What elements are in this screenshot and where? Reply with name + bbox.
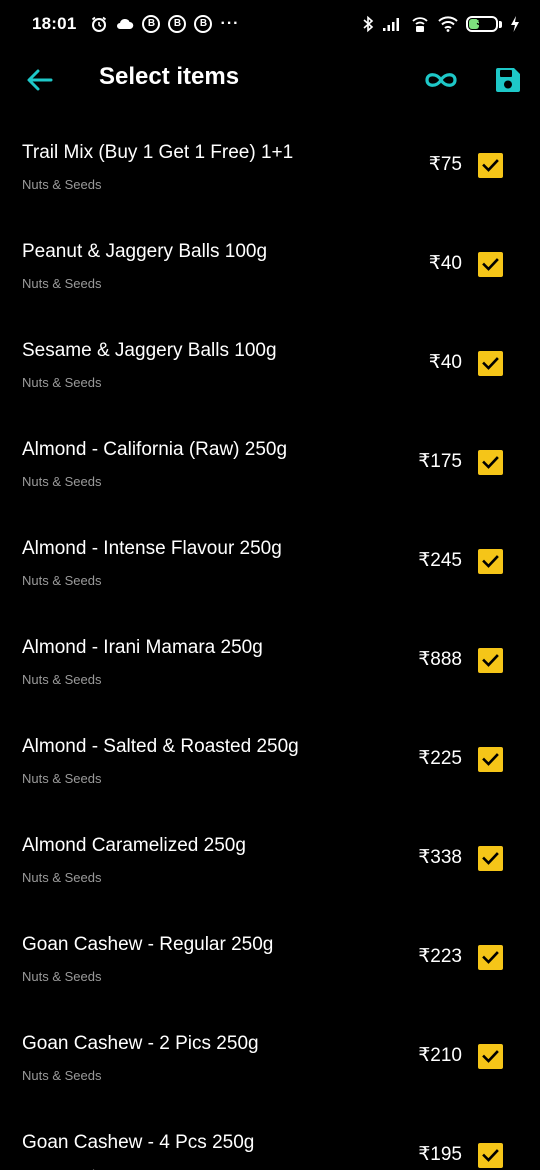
item-price: ₹195 (418, 1144, 462, 1165)
item-price: ₹223 (418, 946, 462, 967)
item-category: Nuts & Seeds (22, 375, 102, 390)
checkmark-icon (482, 753, 499, 766)
item-category: Nuts & Seeds (22, 573, 102, 588)
floppy-disk-icon (496, 68, 520, 92)
item-name: Goan Cashew - 4 Pcs 250g (22, 1132, 255, 1153)
battery-cap (499, 20, 502, 28)
checkmark-icon (482, 456, 499, 469)
checkmark-icon (482, 951, 499, 964)
item-category: Nuts & Seeds (22, 177, 102, 192)
battery-icon: 39 (466, 16, 502, 32)
list-item[interactable]: Almond Caramelized 250g Nuts & Seeds ₹33… (0, 815, 540, 914)
wifi-icon (438, 16, 458, 32)
hotspot-icon (410, 15, 430, 33)
item-category: Nuts & Seeds (22, 672, 102, 687)
alarm-icon (90, 15, 108, 33)
page-title: Select items (99, 63, 240, 90)
list-item[interactable]: Goan Cashew - 4 Pcs 250g Nuts & Seeds ₹1… (0, 1112, 540, 1170)
item-category: Nuts & Seeds (22, 474, 102, 489)
b-badge-icon: B (194, 15, 213, 33)
status-right: 39 (362, 15, 520, 33)
battery-body: 39 (466, 16, 498, 32)
list-item[interactable]: Sesame & Jaggery Balls 100g Nuts & Seeds… (0, 320, 540, 419)
checkmark-icon (482, 258, 499, 271)
battery-level: 39 (476, 17, 488, 28)
select-items-screen: 18:01 B B B ··· 39 Select items Trail Mi… (0, 0, 540, 1170)
list-item[interactable]: Peanut & Jaggery Balls 100g Nuts & Seeds… (0, 221, 540, 320)
status-time: 18:01 (32, 14, 77, 33)
item-price: ₹175 (418, 451, 462, 472)
item-name: Peanut & Jaggery Balls 100g (22, 241, 268, 262)
item-category: Nuts & Seeds (22, 276, 102, 291)
item-name: Sesame & Jaggery Balls 100g (22, 340, 277, 361)
item-name: Almond - Irani Mamara 250g (22, 637, 263, 658)
item-price: ₹210 (418, 1045, 462, 1066)
list-item[interactable]: Goan Cashew - 2 Pics 250g Nuts & Seeds ₹… (0, 1013, 540, 1112)
item-price: ₹245 (418, 550, 462, 571)
item-name: Goan Cashew - 2 Pics 250g (22, 1033, 259, 1054)
checkmark-icon (482, 1050, 499, 1063)
item-checkbox[interactable] (478, 945, 503, 970)
item-category: Nuts & Seeds (22, 771, 102, 786)
item-checkbox[interactable] (478, 648, 503, 673)
checkmark-icon (482, 555, 499, 568)
item-checkbox[interactable] (478, 747, 503, 772)
item-name: Almond - Intense Flavour 250g (22, 538, 282, 559)
infinity-icon (425, 73, 457, 87)
item-category: Nuts & Seeds (22, 870, 102, 885)
signal-icon (382, 16, 402, 32)
item-checkbox[interactable] (478, 252, 503, 277)
list-item[interactable]: Almond - California (Raw) 250g Nuts & Se… (0, 419, 540, 518)
checkmark-icon (482, 654, 499, 667)
item-price: ₹225 (418, 748, 462, 769)
item-list: Trail Mix (Buy 1 Get 1 Free) 1+1 Nuts & … (0, 122, 540, 1170)
item-name: Almond Caramelized 250g (22, 835, 246, 856)
back-button[interactable] (22, 62, 58, 98)
list-item[interactable]: Almond - Irani Mamara 250g Nuts & Seeds … (0, 617, 540, 716)
item-category: Nuts & Seeds (22, 969, 102, 984)
b-badge-icon: B (142, 15, 161, 33)
b-badge-icon: B (168, 15, 187, 33)
list-item[interactable]: Almond - Salted & Roasted 250g Nuts & Se… (0, 716, 540, 815)
item-price: ₹40 (428, 253, 462, 274)
item-checkbox[interactable] (478, 153, 503, 178)
status-left: 18:01 B B B ··· (32, 14, 239, 34)
app-bar: Select items (0, 48, 540, 110)
item-price: ₹338 (418, 847, 462, 868)
more-dots-icon: ··· (220, 15, 240, 32)
cloud-icon (116, 17, 134, 31)
item-price: ₹75 (428, 154, 462, 175)
item-checkbox[interactable] (478, 1143, 503, 1168)
checkmark-icon (482, 1149, 499, 1162)
list-item[interactable]: Trail Mix (Buy 1 Get 1 Free) 1+1 Nuts & … (0, 122, 540, 221)
item-name: Goan Cashew - Regular 250g (22, 934, 274, 955)
checkmark-icon (482, 159, 499, 172)
loop-button[interactable] (420, 62, 462, 98)
checkmark-icon (482, 357, 499, 370)
item-price: ₹40 (428, 352, 462, 373)
item-checkbox[interactable] (478, 351, 503, 376)
item-category: Nuts & Seeds (22, 1068, 102, 1083)
item-checkbox[interactable] (478, 450, 503, 475)
item-price: ₹888 (418, 649, 462, 670)
item-name: Almond - Salted & Roasted 250g (22, 736, 299, 757)
item-name: Trail Mix (Buy 1 Get 1 Free) 1+1 (22, 142, 294, 163)
charging-icon (510, 16, 520, 32)
save-button[interactable] (489, 61, 527, 99)
arrow-left-icon (27, 69, 53, 91)
status-bar: 18:01 B B B ··· 39 (0, 0, 540, 48)
item-checkbox[interactable] (478, 1044, 503, 1069)
bluetooth-icon (362, 15, 374, 33)
item-checkbox[interactable] (478, 846, 503, 871)
item-checkbox[interactable] (478, 549, 503, 574)
list-item[interactable]: Almond - Intense Flavour 250g Nuts & See… (0, 518, 540, 617)
checkmark-icon (482, 852, 499, 865)
list-item[interactable]: Goan Cashew - Regular 250g Nuts & Seeds … (0, 914, 540, 1013)
item-name: Almond - California (Raw) 250g (22, 439, 288, 460)
